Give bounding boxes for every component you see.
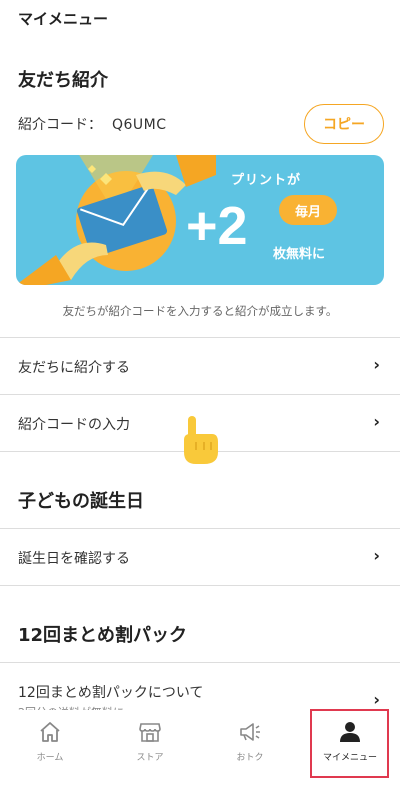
nav-home-label: ホーム (36, 753, 64, 763)
chevron-right-icon: › (373, 355, 380, 374)
copy-button[interactable]: コピー (304, 104, 384, 144)
referral-section-title: 友だち紹介 (18, 70, 108, 91)
referral-banner: プリントが +2 毎月 枚無料に (16, 155, 384, 285)
pointing-hand-icon (184, 416, 218, 464)
referral-code-row: 紹介コード： Q6UMC (18, 114, 167, 134)
chevron-right-icon: › (373, 546, 380, 565)
enter-referral-code-label: 紹介コードの入力 (18, 417, 130, 433)
birthday-section-title: 子どもの誕生日 (18, 491, 144, 512)
chevron-right-icon: › (373, 412, 380, 431)
referral-code-label: 紹介コード： (18, 117, 102, 133)
invite-friend-label: 友だちに紹介する (18, 360, 130, 376)
pack-section-title: 12回まとめ割パック (18, 625, 188, 646)
banner-plus-text: +2 (186, 196, 248, 256)
banner-print-text: プリントが (231, 173, 302, 188)
banner-free-text: 枚無料に (273, 247, 326, 262)
page-title: マイメニュー (18, 10, 109, 28)
chevron-right-icon: › (373, 690, 380, 709)
nav-home[interactable]: ホーム (0, 710, 100, 770)
store-icon (139, 723, 161, 742)
nav-deals[interactable]: おトク (200, 710, 300, 770)
divider (0, 585, 400, 586)
active-tab-highlight (310, 709, 389, 778)
nav-store[interactable]: ストア (100, 710, 200, 770)
megaphone-icon (240, 723, 260, 741)
invite-friend-row[interactable]: 友だちに紹介する › (0, 338, 400, 394)
referral-note: 友だちが紹介コードを入力すると紹介が成立します。 (62, 304, 338, 318)
pack-info-label: 12回まとめ割パックについて (18, 685, 204, 701)
nav-store-label: ストア (136, 753, 164, 763)
home-icon (40, 722, 60, 742)
nav-deals-label: おトク (236, 753, 264, 763)
banner-monthly-badge: 毎月 (279, 195, 337, 225)
referral-code-value: Q6UMC (112, 117, 167, 133)
check-birthday-label: 誕生日を確認する (18, 551, 130, 567)
check-birthday-row[interactable]: 誕生日を確認する › (0, 529, 400, 585)
top-bar: マイメニュー (0, 0, 400, 40)
